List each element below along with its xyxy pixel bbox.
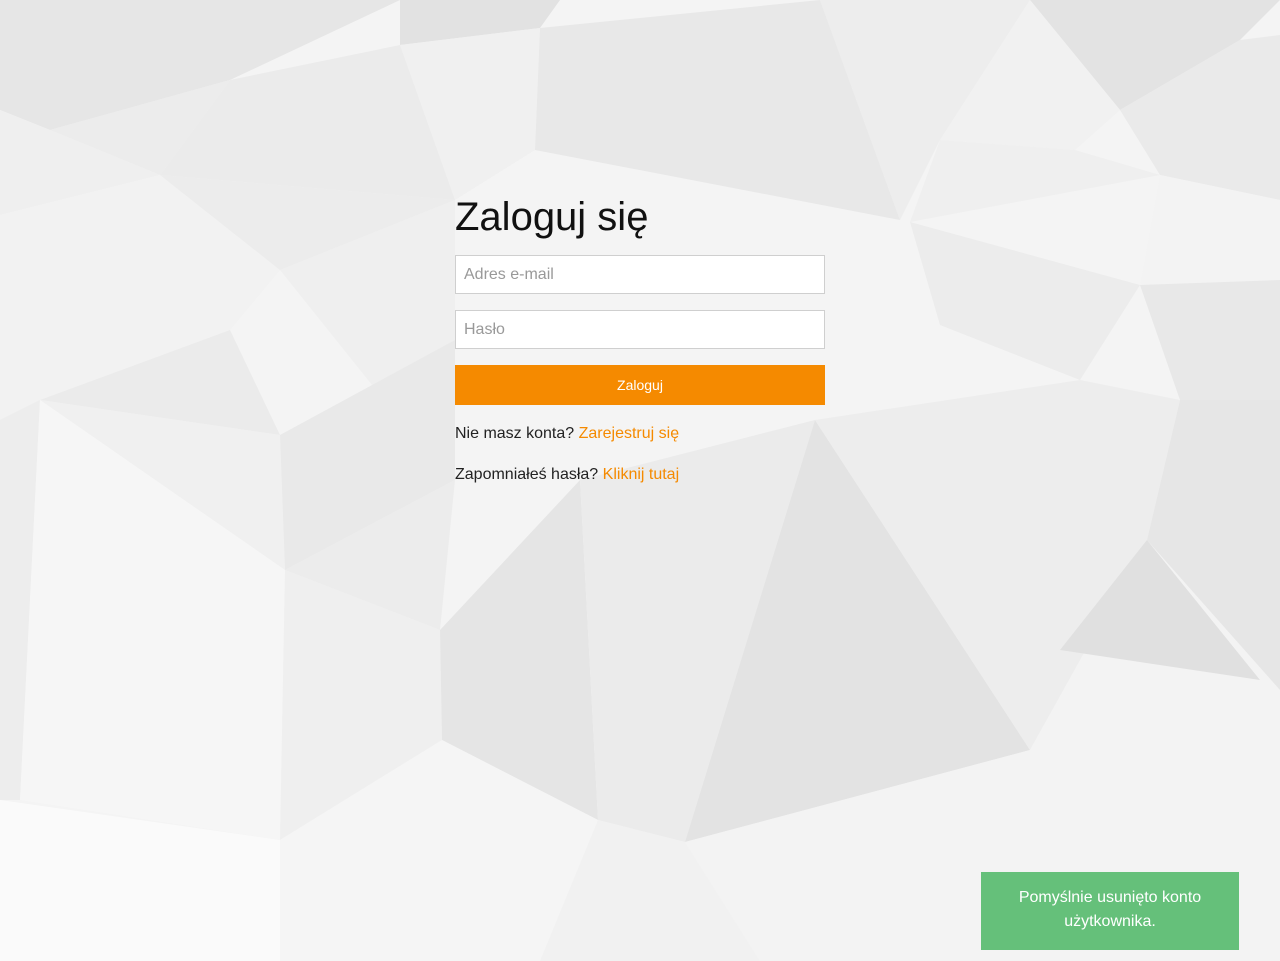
forgot-password-link[interactable]: Kliknij tutaj — [603, 466, 679, 483]
forgot-password-prompt: Zapomniałeś hasła? — [455, 466, 599, 483]
register-link[interactable]: Zarejestruj się — [579, 425, 679, 442]
email-field[interactable] — [455, 255, 825, 294]
register-line: Nie masz konta? Zarejestruj się — [455, 424, 825, 444]
forgot-password-line: Zapomniałeś hasła? Kliknij tutaj — [455, 465, 825, 485]
register-prompt: Nie masz konta? — [455, 425, 575, 442]
login-form: Zaloguj się Zaloguj Nie masz konta? Zare… — [455, 194, 825, 485]
page-title: Zaloguj się — [455, 195, 649, 239]
notification-message: Pomyślnie usunięto konto użytkownika. — [1018, 889, 1202, 930]
login-button[interactable]: Zaloguj — [455, 365, 825, 405]
password-field[interactable] — [455, 310, 825, 349]
success-notification: Pomyślnie usunięto konto użytkownika. — [981, 872, 1239, 950]
